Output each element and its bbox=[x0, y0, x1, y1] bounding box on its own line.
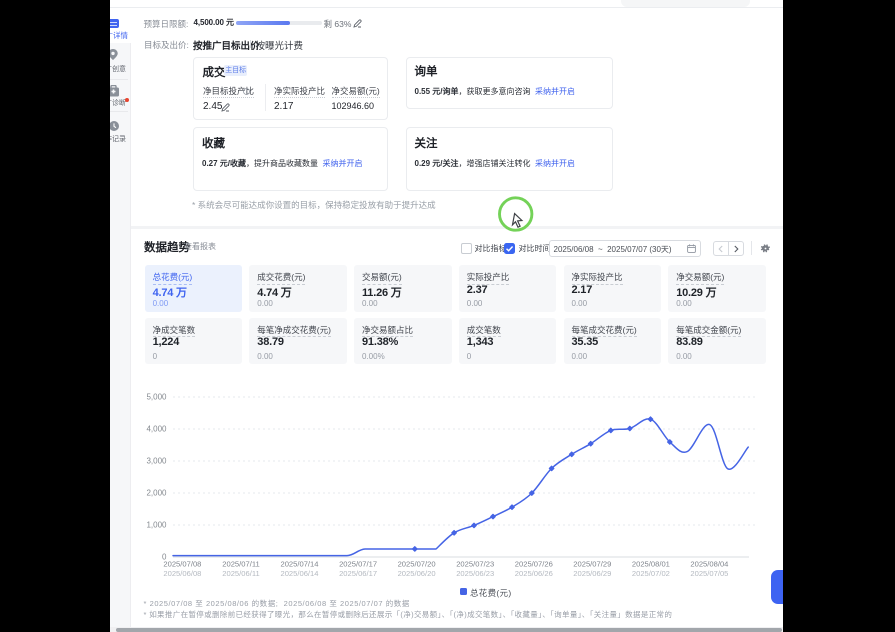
svg-text:2025/07/26: 2025/07/26 bbox=[515, 560, 553, 569]
svg-text:2025/07/17: 2025/07/17 bbox=[339, 560, 377, 569]
svg-text:2025/07/02: 2025/07/02 bbox=[632, 569, 670, 578]
svg-text:2025/07/29: 2025/07/29 bbox=[573, 560, 611, 569]
svg-text:2025/07/05: 2025/07/05 bbox=[690, 569, 728, 578]
svg-text:2025/07/08: 2025/07/08 bbox=[163, 560, 201, 569]
svg-text:2025/08/01: 2025/08/01 bbox=[632, 560, 670, 569]
svg-text:2025/07/11: 2025/07/11 bbox=[222, 560, 259, 569]
svg-text:2025/06/20: 2025/06/20 bbox=[398, 569, 436, 578]
svg-text:2025/07/23: 2025/07/23 bbox=[456, 560, 494, 569]
svg-text:3,000: 3,000 bbox=[146, 457, 167, 466]
svg-text:2025/06/29: 2025/06/29 bbox=[573, 569, 611, 578]
svg-text:2025/06/14: 2025/06/14 bbox=[280, 569, 318, 578]
svg-text:2025/07/20: 2025/07/20 bbox=[398, 560, 436, 569]
svg-text:5,000: 5,000 bbox=[146, 393, 167, 402]
svg-text:2025/06/26: 2025/06/26 bbox=[515, 569, 553, 578]
svg-text:2025/06/08: 2025/06/08 bbox=[163, 569, 201, 578]
svg-text:4,000: 4,000 bbox=[146, 425, 167, 434]
svg-text:2025/08/04: 2025/08/04 bbox=[690, 560, 728, 569]
svg-text:2025/06/23: 2025/06/23 bbox=[456, 569, 494, 578]
svg-text:2025/07/14: 2025/07/14 bbox=[280, 560, 318, 569]
svg-text:1,000: 1,000 bbox=[146, 521, 167, 530]
svg-text:2,000: 2,000 bbox=[146, 489, 167, 498]
svg-text:2025/06/11: 2025/06/11 bbox=[222, 569, 259, 578]
svg-text:2025/06/17: 2025/06/17 bbox=[339, 569, 377, 578]
